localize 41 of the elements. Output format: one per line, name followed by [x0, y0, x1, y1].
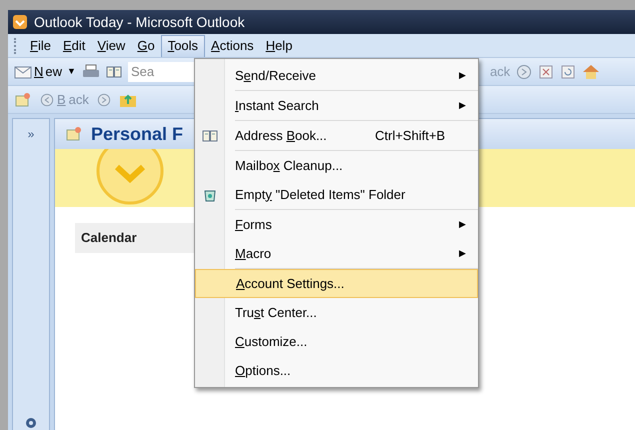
- menu-item[interactable]: Edit: [56, 34, 92, 56]
- menu-item[interactable]: File: [24, 34, 57, 56]
- print-icon[interactable]: [82, 64, 100, 80]
- menu-item[interactable]: Actions: [205, 34, 260, 56]
- envelope-icon: [14, 64, 32, 78]
- submenu-arrow-icon: ▶: [459, 68, 466, 82]
- menu-item[interactable]: Tools: [160, 34, 206, 56]
- clock-icon: [95, 149, 165, 207]
- menu-option[interactable]: Trust Center...: [195, 298, 478, 327]
- menu-option[interactable]: Macro ▶: [195, 239, 478, 268]
- menu-item[interactable]: Go: [131, 34, 161, 56]
- menu-item[interactable]: View: [91, 34, 132, 56]
- section-heading: Calendar: [81, 230, 137, 245]
- book-icon: [202, 128, 218, 142]
- menu-option[interactable]: Account Settings...: [195, 269, 478, 298]
- new-button[interactable]: N ew ▼: [14, 62, 76, 82]
- forward-icon[interactable]: [96, 92, 111, 106]
- menu-item[interactable]: Help: [260, 34, 298, 56]
- today-icon: [65, 125, 83, 143]
- menu-option[interactable]: Mailbox Cleanup...: [195, 151, 478, 180]
- expand-button[interactable]: »: [28, 125, 34, 143]
- submenu-arrow-icon: ▶: [459, 218, 466, 232]
- app-icon: [12, 14, 28, 30]
- refresh-icon[interactable]: [560, 64, 576, 80]
- header-title: Personal F: [91, 122, 184, 146]
- bin-icon: [203, 188, 217, 202]
- window-title: Outlook Today - Microsoft Outlook: [34, 12, 245, 32]
- home-icon[interactable]: [582, 62, 600, 80]
- menu-option[interactable]: Forms ▶: [195, 210, 478, 239]
- today-icon[interactable]: [14, 90, 32, 108]
- submenu-arrow-icon: ▶: [459, 246, 466, 260]
- menu-option[interactable]: Address Book... Ctrl+Shift+B: [195, 121, 478, 150]
- submenu-arrow-icon: ▶: [459, 98, 466, 112]
- menu-option[interactable]: Empty "Deleted Items" Folder: [195, 180, 478, 209]
- dropdown-caret-icon: ▼: [67, 64, 76, 78]
- book-icon: [106, 64, 122, 78]
- menu-option[interactable]: Options...: [195, 356, 478, 385]
- stop-icon[interactable]: [538, 64, 554, 80]
- menu-option[interactable]: Instant Search ▶: [195, 91, 478, 120]
- menu-option[interactable]: Customize...: [195, 327, 478, 356]
- forward-icon[interactable]: [516, 64, 532, 80]
